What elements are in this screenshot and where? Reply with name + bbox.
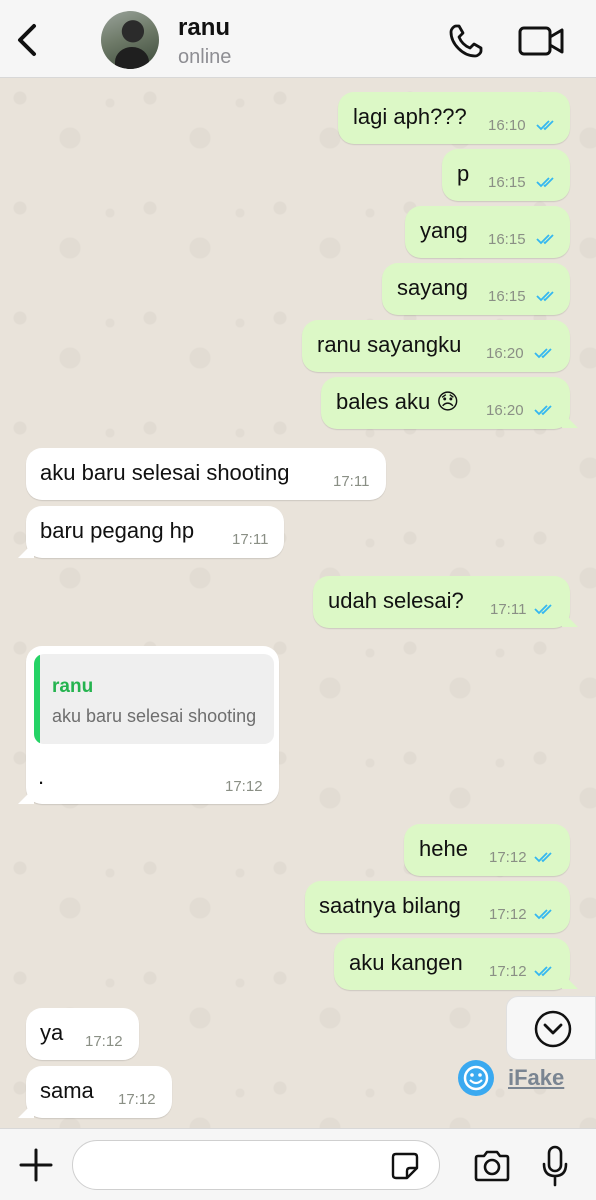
message-text: lagi aph??? xyxy=(353,104,467,129)
microphone-icon xyxy=(542,1145,568,1187)
camera-button[interactable] xyxy=(472,1149,512,1183)
quoted-sender: ranu xyxy=(52,676,94,697)
message-time: 16:10 xyxy=(488,117,526,134)
message-time: 16:15 xyxy=(488,231,526,248)
message-time: 16:20 xyxy=(486,345,524,362)
message-time: 17:11 xyxy=(232,531,269,548)
plus-icon xyxy=(19,1148,53,1182)
message-text: . xyxy=(38,764,45,789)
double-check-icon xyxy=(536,120,554,131)
message-outgoing[interactable]: ranu sayangku 16:20 xyxy=(302,320,570,372)
message-text: sama xyxy=(40,1078,94,1103)
message-incoming[interactable]: baru pegang hp 17:11 xyxy=(26,506,284,558)
message-time: 17:12 xyxy=(489,906,527,923)
message-outgoing[interactable]: udah selesai? 17:11 xyxy=(313,576,570,628)
message-time: 17:11 xyxy=(490,601,527,618)
microphone-button[interactable] xyxy=(540,1145,570,1187)
double-check-icon xyxy=(534,604,552,615)
message-text: saatnya bilang xyxy=(319,893,461,918)
input-bar xyxy=(0,1128,596,1200)
message-time: 16:20 xyxy=(486,402,524,419)
double-check-icon xyxy=(534,966,552,977)
smiley-icon xyxy=(458,1060,494,1096)
camera-icon xyxy=(474,1150,510,1182)
watermark: iFake xyxy=(458,1060,578,1096)
message-outgoing[interactable]: hehe 17:12 xyxy=(404,824,570,876)
double-check-icon xyxy=(534,348,552,359)
chat-header: ranu online xyxy=(0,0,596,78)
message-text: aku baru selesai shooting xyxy=(40,460,290,485)
message-time: 17:12 xyxy=(489,849,527,866)
double-check-icon xyxy=(536,234,554,245)
message-text: ya xyxy=(40,1020,64,1045)
chevron-left-icon xyxy=(18,24,36,56)
message-text: baru pegang hp xyxy=(40,518,195,543)
message-outgoing[interactable]: saatnya bilang 17:12 xyxy=(305,881,570,933)
double-check-icon xyxy=(534,909,552,920)
message-incoming-reply[interactable]: ranu aku baru selesai shooting . 17:12 xyxy=(26,646,279,804)
message-time: 16:15 xyxy=(488,174,526,191)
message-time: 17:12 xyxy=(85,1033,123,1050)
message-text: hehe xyxy=(419,836,468,861)
sticker-button[interactable] xyxy=(390,1151,420,1181)
video-call-button[interactable] xyxy=(518,24,566,58)
message-outgoing[interactable]: aku kangen 17:12 xyxy=(334,938,570,990)
message-text: yang xyxy=(420,218,468,243)
phone-icon xyxy=(449,24,483,58)
voice-call-button[interactable] xyxy=(447,22,485,60)
chat-area[interactable]: lagi aph??? 16:10 p 16:15 yang 16:15 say… xyxy=(0,78,596,1128)
message-time: 17:12 xyxy=(225,778,263,795)
message-text: bales aku 😞 xyxy=(336,389,460,414)
message-time: 17:11 xyxy=(333,473,370,490)
double-check-icon xyxy=(536,291,554,302)
double-check-icon xyxy=(534,405,552,416)
message-incoming[interactable]: sama 17:12 xyxy=(26,1066,172,1118)
message-outgoing[interactable]: sayang 16:15 xyxy=(382,263,570,315)
chevron-down-circle-icon xyxy=(534,1010,572,1048)
quoted-text: aku baru selesai shooting xyxy=(52,706,257,726)
bubble-tail xyxy=(562,973,578,989)
message-time: 17:12 xyxy=(118,1091,156,1108)
scroll-to-bottom-button[interactable] xyxy=(506,996,596,1060)
message-time: 17:12 xyxy=(489,963,527,980)
message-text: sayang xyxy=(397,275,468,300)
attach-button[interactable] xyxy=(18,1147,54,1183)
double-check-icon xyxy=(534,852,552,863)
watermark-text: iFake xyxy=(508,1065,565,1090)
sticker-icon xyxy=(391,1152,419,1180)
message-text: p xyxy=(457,161,470,186)
message-input[interactable] xyxy=(72,1140,440,1190)
contact-name[interactable]: ranu xyxy=(178,14,230,42)
message-outgoing[interactable]: p 16:15 xyxy=(442,149,570,201)
message-incoming[interactable]: ya 17:12 xyxy=(26,1008,139,1060)
message-time: 16:15 xyxy=(488,288,526,305)
message-text: ranu sayangku xyxy=(317,332,462,357)
message-text: aku kangen xyxy=(349,950,463,975)
message-incoming[interactable]: aku baru selesai shooting 17:11 xyxy=(26,448,386,500)
quoted-message[interactable]: ranu aku baru selesai shooting xyxy=(34,654,274,744)
quote-bar xyxy=(34,654,40,744)
bubble-tail xyxy=(562,611,578,627)
message-outgoing[interactable]: yang 16:15 xyxy=(405,206,570,258)
double-check-icon xyxy=(536,177,554,188)
message-outgoing[interactable]: lagi aph??? 16:10 xyxy=(338,92,570,144)
video-camera-icon xyxy=(518,26,564,56)
contact-status: online xyxy=(178,46,232,68)
back-button[interactable] xyxy=(10,20,44,60)
message-outgoing[interactable]: bales aku 😞 16:20 xyxy=(321,377,570,429)
avatar[interactable] xyxy=(101,11,159,69)
message-text: udah selesai? xyxy=(328,588,464,613)
